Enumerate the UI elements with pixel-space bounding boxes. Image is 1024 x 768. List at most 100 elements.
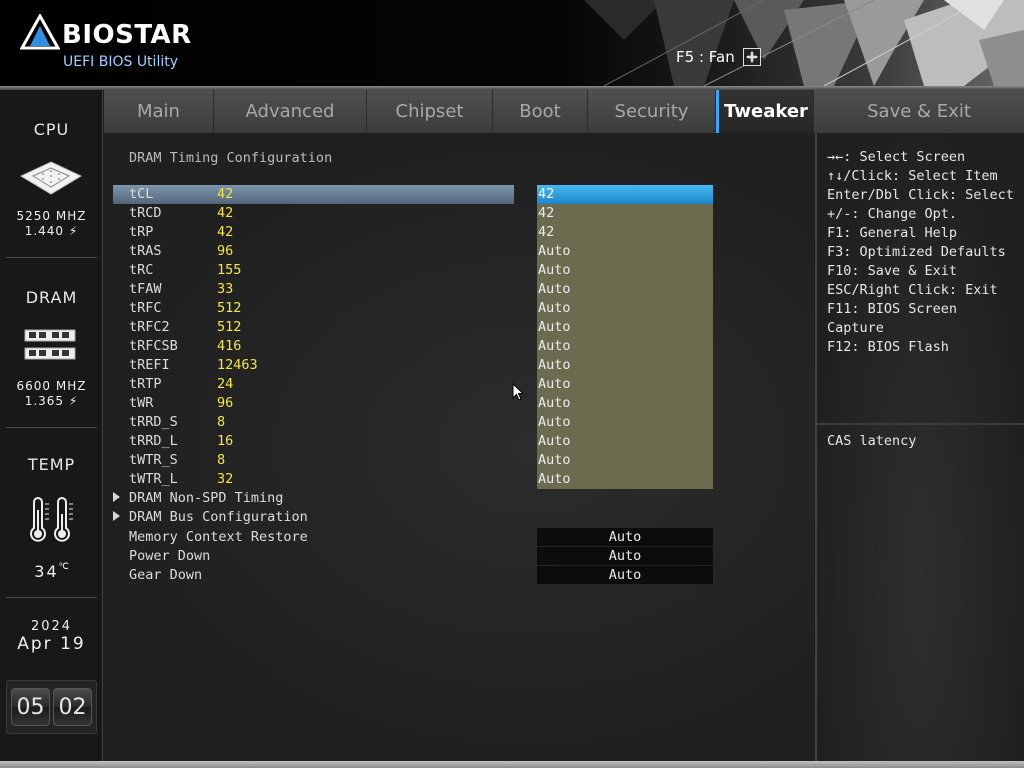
- status-sidebar: CPU 5250 MHZ 1.440 ⚡ DRAM 6600 MHZ 1.365…: [0, 90, 103, 761]
- timing-setting-field[interactable]: Auto: [537, 375, 713, 394]
- timing-setting-field[interactable]: Auto: [537, 470, 713, 489]
- timing-name: tRP: [129, 224, 154, 240]
- timing-setting-field[interactable]: 42: [537, 204, 713, 223]
- header-bar: BIOSTAR UEFI BIOS Utility F5 : Fan: [0, 0, 1024, 86]
- timing-setting-field[interactable]: Auto: [537, 356, 713, 375]
- cpu-voltage: 1.440 ⚡: [0, 224, 103, 239]
- clock-hour: 05: [11, 688, 50, 726]
- timing-name: tWTR_S: [129, 452, 178, 468]
- timing-setting-field[interactable]: Auto: [537, 432, 713, 451]
- timing-setting-field[interactable]: Auto: [537, 413, 713, 432]
- timing-row-twtr_l[interactable]: tWTR_L 32 Auto: [104, 470, 814, 489]
- timing-setting-field[interactable]: Auto: [537, 451, 713, 470]
- timing-row-twtr_s[interactable]: tWTR_S 8 Auto: [104, 451, 814, 470]
- fan-shortcut[interactable]: F5 : Fan: [676, 48, 761, 66]
- timing-row-tras[interactable]: tRAS 96 Auto: [104, 242, 814, 261]
- tab-save-exit[interactable]: Save & Exit: [814, 90, 1024, 133]
- timing-row-trrd_s[interactable]: tRRD_S 8 Auto: [104, 413, 814, 432]
- tab-security[interactable]: Security: [588, 90, 716, 133]
- timing-current-value: 155: [217, 262, 242, 278]
- timing-row-twr[interactable]: tWR 96 Auto: [104, 394, 814, 413]
- timing-name: tRRD_L: [129, 433, 178, 449]
- timing-name: tRRD_S: [129, 414, 178, 430]
- timing-current-value: 96: [217, 395, 234, 411]
- key-help-line: F3: Optimized Defaults: [827, 244, 1006, 260]
- tab-tweaker[interactable]: Tweaker: [716, 90, 814, 133]
- submenu-label: DRAM Bus Configuration: [129, 509, 308, 525]
- key-help-line: ESC/Right Click: Exit: [827, 282, 998, 298]
- timing-current-value: 42: [217, 224, 234, 240]
- main-panel: DRAM Timing Configuration tCL 42 42 tRCD 42 4…: [104, 133, 814, 761]
- key-help-line: F12: BIOS Flash: [827, 339, 949, 355]
- help-divider: [817, 423, 1024, 425]
- option-row[interactable]: Memory Context Restore Auto: [104, 528, 814, 547]
- bios-subtitle: UEFI BIOS Utility: [63, 54, 178, 70]
- biostar-logo: BIOSTAR UEFI BIOS Utility: [19, 12, 191, 70]
- celsius-icon: ℃: [58, 562, 69, 572]
- timing-setting-field[interactable]: Auto: [537, 394, 713, 413]
- timing-row-trfc[interactable]: tRFC 512 Auto: [104, 299, 814, 318]
- dram-panel: DRAM: [0, 288, 103, 307]
- clock-minute: 02: [53, 688, 92, 726]
- tab-chipset[interactable]: Chipset: [367, 90, 493, 133]
- key-help-line: F10: Save & Exit: [827, 263, 958, 279]
- sidebar-divider: [6, 597, 97, 598]
- timing-current-value: 416: [217, 338, 242, 354]
- cpu-voltage-value: 1.440: [24, 224, 65, 238]
- timing-current-value: 24: [217, 376, 234, 392]
- cpu-readout: 5250 MHZ 1.440 ⚡: [0, 209, 103, 239]
- timing-name: tRTP: [129, 376, 162, 392]
- timing-row-trtp[interactable]: tRTP 24 Auto: [104, 375, 814, 394]
- timing-name: tFAW: [129, 281, 162, 297]
- cpu-title: CPU: [33, 120, 70, 139]
- timing-current-value: 512: [217, 319, 242, 335]
- timing-setting-field[interactable]: Auto: [537, 242, 713, 261]
- dram-readout: 6600 MHZ 1.365 ⚡: [0, 379, 103, 409]
- row-highlight: [113, 185, 514, 204]
- voltage-bolt-icon: ⚡: [68, 394, 79, 408]
- submenu-item[interactable]: DRAM Bus Configuration: [104, 508, 814, 527]
- dram-title: DRAM: [25, 288, 78, 307]
- timing-row-trcd[interactable]: tRCD 42 42: [104, 204, 814, 223]
- option-value-select[interactable]: Auto: [537, 566, 713, 584]
- header-decoration: [584, 0, 1024, 86]
- tab-advanced[interactable]: Advanced: [214, 90, 367, 133]
- timing-name: tREFI: [129, 357, 170, 373]
- key-help-line: F1: General Help: [827, 225, 958, 241]
- timing-row-tcl[interactable]: tCL 42 42: [104, 185, 814, 204]
- sidebar-divider: [6, 427, 97, 428]
- timing-setting-field[interactable]: 42: [537, 223, 713, 242]
- fan-icon[interactable]: [742, 48, 761, 66]
- temp-panel: TEMP: [0, 455, 103, 474]
- timing-current-value: 8: [217, 414, 226, 430]
- timing-setting-field[interactable]: Auto: [537, 261, 713, 280]
- timing-name: tRFCSB: [129, 338, 178, 354]
- option-value-select[interactable]: Auto: [537, 547, 713, 565]
- timing-row-trc[interactable]: tRC 155 Auto: [104, 261, 814, 280]
- timing-row-tfaw[interactable]: tFAW 33 Auto: [104, 280, 814, 299]
- timing-row-trfc2[interactable]: tRFC2 512 Auto: [104, 318, 814, 337]
- option-row[interactable]: Gear Down Auto: [104, 566, 814, 585]
- timing-row-trp[interactable]: tRP 42 42: [104, 223, 814, 242]
- timing-current-value: 42: [217, 205, 234, 221]
- tab-main[interactable]: Main: [104, 90, 214, 133]
- tab-bar: Main Advanced Chipset Boot Security Twea…: [104, 90, 1024, 133]
- timing-setting-field[interactable]: Auto: [537, 318, 713, 337]
- timing-row-trrd_l[interactable]: tRRD_L 16 Auto: [104, 432, 814, 451]
- cpu-icon: [19, 161, 83, 195]
- timing-row-trefi[interactable]: tREFI 12463 Auto: [104, 356, 814, 375]
- submenu-item[interactable]: DRAM Non-SPD Timing: [104, 489, 814, 508]
- tab-boot[interactable]: Boot: [493, 90, 588, 133]
- option-value-select[interactable]: Auto: [537, 528, 713, 546]
- option-row[interactable]: Power Down Auto: [104, 547, 814, 566]
- timing-name: tWTR_L: [129, 471, 178, 487]
- timing-setting-field[interactable]: 42: [537, 185, 713, 204]
- timing-name: tWR: [129, 395, 154, 411]
- timing-setting-field[interactable]: Auto: [537, 299, 713, 318]
- timing-setting-field[interactable]: Auto: [537, 337, 713, 356]
- submenu-arrow-icon: [113, 492, 120, 502]
- timing-current-value: 8: [217, 452, 226, 468]
- timing-setting-field[interactable]: Auto: [537, 280, 713, 299]
- timing-row-trfcsb[interactable]: tRFCSB 416 Auto: [104, 337, 814, 356]
- key-help-line: →←: Select Screen: [827, 149, 966, 165]
